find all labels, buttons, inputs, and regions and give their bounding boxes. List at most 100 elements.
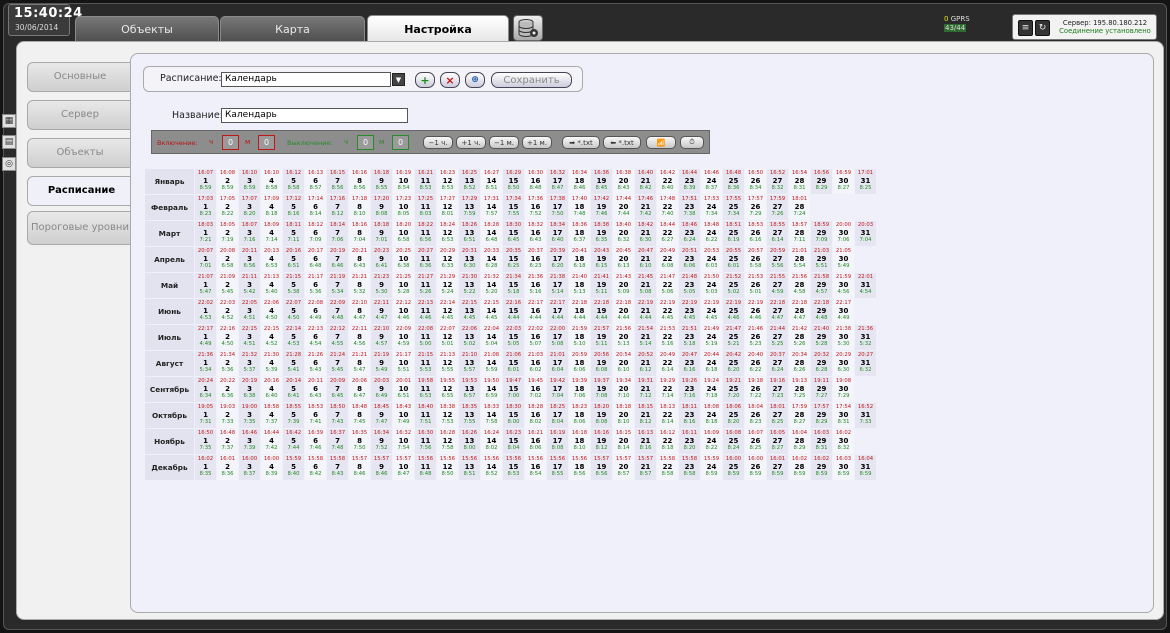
day-cell[interactable]: 16:36 19 8:45 bbox=[591, 169, 612, 194]
side-icon-camera[interactable]: ◎ bbox=[2, 157, 16, 171]
day-cell[interactable]: 16:56 29 8:29 bbox=[811, 169, 832, 194]
day-cell[interactable]: 16:02 1 8:35 bbox=[195, 455, 216, 480]
day-cell[interactable]: 21:47 25 5:21 bbox=[723, 325, 744, 350]
day-cell[interactable]: 16:08 25 8:24 bbox=[723, 429, 744, 454]
day-cell[interactable]: 21:59 30 4:56 bbox=[833, 273, 854, 298]
tab-objects[interactable]: Объекты bbox=[75, 16, 219, 42]
day-cell[interactable]: 17:34 15 7:55 bbox=[503, 195, 524, 220]
day-cell[interactable]: 21:07 1 5:47 bbox=[195, 273, 216, 298]
day-cell[interactable]: 22:17 16 4:44 bbox=[525, 299, 546, 324]
day-cell[interactable]: 21:05 30 5:49 bbox=[833, 247, 854, 272]
day-cell[interactable]: 16:18 18 8:10 bbox=[569, 429, 590, 454]
day-cell[interactable]: 16:15 20 8:14 bbox=[613, 429, 634, 454]
tab-settings[interactable]: Настройка bbox=[367, 15, 509, 43]
day-cell[interactable]: 22:13 6 4:54 bbox=[305, 325, 326, 350]
day-cell[interactable]: 20:19 7 6:46 bbox=[327, 247, 348, 272]
day-cell[interactable]: 17:23 10 8:05 bbox=[393, 195, 414, 220]
day-cell[interactable]: 16:07 26 8:25 bbox=[745, 429, 766, 454]
day-cell[interactable]: 21:40 29 5:28 bbox=[811, 325, 832, 350]
day-cell[interactable]: 19:26 23 7:16 bbox=[679, 377, 700, 402]
day-cell[interactable]: 16:09 24 8:22 bbox=[701, 429, 722, 454]
day-cell[interactable]: 21:42 28 5:26 bbox=[789, 325, 810, 350]
day-cell[interactable]: 21:36 31 5:32 bbox=[855, 325, 876, 350]
day-cell[interactable]: 21:08 14 5:59 bbox=[481, 351, 502, 376]
day-cell[interactable]: 16:29 15 8:50 bbox=[503, 169, 524, 194]
day-cell[interactable]: 22:10 8 4:47 bbox=[349, 299, 370, 324]
day-cell[interactable]: 18:55 5 7:39 bbox=[283, 403, 304, 428]
day-cell[interactable]: 22:18 18 4:44 bbox=[569, 299, 590, 324]
on-minute-field[interactable]: 0 bbox=[258, 135, 275, 150]
day-cell[interactable]: 17:18 8 8:10 bbox=[349, 195, 370, 220]
reconnect-button[interactable]: ↻ bbox=[1035, 20, 1050, 36]
day-cell[interactable]: 16:25 13 8:52 bbox=[459, 169, 480, 194]
day-cell[interactable]: 18:11 5 7:11 bbox=[283, 221, 304, 246]
day-cell[interactable]: 18:45 9 7:47 bbox=[371, 403, 392, 428]
side-icon-table[interactable]: ▦ bbox=[2, 114, 16, 128]
day-cell[interactable]: 21:46 26 5:23 bbox=[745, 325, 766, 350]
day-cell[interactable]: 21:38 30 5:30 bbox=[833, 325, 854, 350]
server-menu-button[interactable]: ≡ bbox=[1018, 20, 1033, 36]
day-cell[interactable]: 16:34 18 8:46 bbox=[569, 169, 590, 194]
day-cell[interactable]: 17:36 16 7:52 bbox=[525, 195, 546, 220]
sidebar-item-server[interactable]: Сервер bbox=[27, 100, 133, 130]
day-cell[interactable]: 17:12 5 8:16 bbox=[283, 195, 304, 220]
day-cell[interactable]: 22:05 3 4:51 bbox=[239, 299, 260, 324]
day-cell[interactable]: 20:31 13 6:30 bbox=[459, 247, 480, 272]
day-cell[interactable]: 22:19 22 4:45 bbox=[657, 299, 678, 324]
day-cell[interactable]: 21:38 17 5:14 bbox=[547, 273, 568, 298]
day-cell[interactable]: 22:18 27 4:47 bbox=[767, 299, 788, 324]
day-cell[interactable]: 16:27 14 8:51 bbox=[481, 169, 502, 194]
day-cell[interactable]: 16:38 20 8:43 bbox=[613, 169, 634, 194]
day-cell[interactable]: 16:00 3 8:37 bbox=[239, 455, 260, 480]
day-cell[interactable]: 19:45 16 7:02 bbox=[525, 377, 546, 402]
day-cell[interactable]: 19:18 26 7:22 bbox=[745, 377, 766, 402]
day-cell[interactable]: 20:56 19 6:08 bbox=[591, 351, 612, 376]
day-cell[interactable]: 16:32 17 8:47 bbox=[547, 169, 568, 194]
day-cell[interactable]: 22:17 1 4:49 bbox=[195, 325, 216, 350]
day-cell[interactable]: 20:22 2 6:36 bbox=[217, 377, 238, 402]
chart-button[interactable]: 📶 bbox=[646, 136, 676, 149]
day-cell[interactable]: 17:42 19 7:46 bbox=[591, 195, 612, 220]
day-cell[interactable]: 19:16 27 7:23 bbox=[767, 377, 788, 402]
day-cell[interactable]: 22:13 11 4:46 bbox=[415, 299, 436, 324]
day-cell[interactable]: 16:54 28 8:31 bbox=[789, 169, 810, 194]
day-cell[interactable]: 21:34 15 5:18 bbox=[503, 273, 524, 298]
day-cell[interactable]: 20:00 30 7:06 bbox=[833, 221, 854, 246]
day-cell[interactable]: 19:47 15 7:00 bbox=[503, 377, 524, 402]
day-cell[interactable]: 21:48 23 5:05 bbox=[679, 273, 700, 298]
day-cell[interactable]: 20:14 5 6:41 bbox=[283, 377, 304, 402]
day-cell[interactable]: 18:22 11 6:56 bbox=[415, 221, 436, 246]
day-cell[interactable]: 18:09 4 7:14 bbox=[261, 221, 282, 246]
day-cell[interactable]: 18:14 7 7:06 bbox=[327, 221, 348, 246]
sidebar-item-thresholds[interactable]: Пороговые уровни bbox=[27, 211, 133, 245]
day-cell[interactable]: 16:02 29 8:59 bbox=[811, 455, 832, 480]
day-cell[interactable]: 20:59 27 5:56 bbox=[767, 247, 788, 272]
day-cell[interactable]: 21:43 20 5:09 bbox=[613, 273, 634, 298]
day-cell[interactable]: 16:23 12 8:53 bbox=[437, 169, 458, 194]
day-cell[interactable]: 21:21 8 5:47 bbox=[349, 351, 370, 376]
day-cell[interactable]: 16:03 29 8:31 bbox=[811, 429, 832, 454]
day-cell[interactable]: 20:16 4 6:40 bbox=[261, 377, 282, 402]
day-cell[interactable]: 17:05 2 8:22 bbox=[217, 195, 238, 220]
day-cell[interactable]: 16:30 16 8:48 bbox=[525, 169, 546, 194]
day-cell[interactable]: 21:40 18 5:13 bbox=[569, 273, 590, 298]
day-cell[interactable]: 20:45 20 6:13 bbox=[613, 247, 634, 272]
day-cell[interactable]: 20:39 17 6:20 bbox=[547, 247, 568, 272]
day-cell[interactable]: 16:01 27 8:59 bbox=[767, 455, 788, 480]
day-cell[interactable]: 17:59 27 7:26 bbox=[767, 195, 788, 220]
day-cell[interactable]: 22:06 4 4:50 bbox=[261, 299, 282, 324]
day-cell[interactable]: 18:03 1 7:21 bbox=[195, 221, 216, 246]
day-cell[interactable]: 18:34 17 6:40 bbox=[547, 221, 568, 246]
day-cell[interactable]: 15:57 20 8:57 bbox=[613, 455, 634, 480]
day-cell[interactable]: 18:42 21 6:30 bbox=[635, 221, 656, 246]
day-cell[interactable]: 16:24 14 8:02 bbox=[481, 429, 502, 454]
day-cell[interactable]: 17:53 24 7:34 bbox=[701, 195, 722, 220]
day-cell[interactable]: 20:29 12 6:33 bbox=[437, 247, 458, 272]
day-cell[interactable]: 22:12 10 4:46 bbox=[393, 299, 414, 324]
day-cell[interactable]: 16:21 16 8:06 bbox=[525, 429, 546, 454]
day-cell[interactable]: 22:09 7 4:48 bbox=[327, 299, 348, 324]
day-cell[interactable]: 18:33 14 7:58 bbox=[481, 403, 502, 428]
day-cell[interactable]: 18:18 9 7:01 bbox=[371, 221, 392, 246]
day-cell[interactable]: 19:03 2 7:33 bbox=[217, 403, 238, 428]
day-cell[interactable]: 15:58 23 8:58 bbox=[679, 455, 700, 480]
